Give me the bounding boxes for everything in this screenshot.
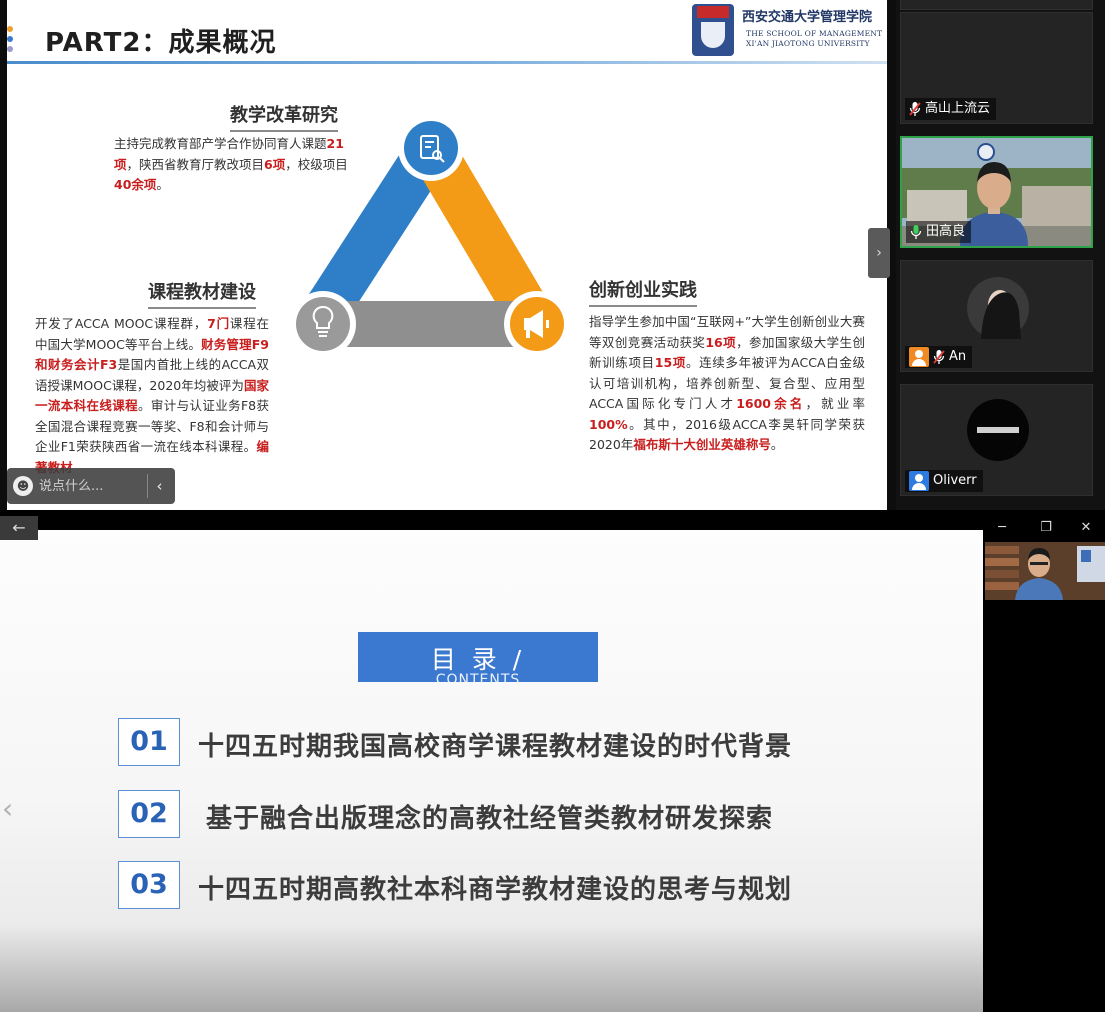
- shared-slide-achievements: PART2：成果概况 西安交通大学管理学院 THE SCHOOL OF MANA…: [7, 0, 887, 510]
- highlight-text: 100%: [589, 416, 628, 432]
- body-text: 。: [156, 177, 169, 192]
- text-innovation-practice: 指导学生参加中国“互联网+”大学生创新创业大赛等双创竞赛活动获奖16项，参加国家…: [589, 312, 865, 456]
- participant-tile-partial: [900, 0, 1093, 10]
- chat-input-bar: ☻ ‹: [7, 468, 175, 504]
- participant-name: An: [949, 349, 967, 364]
- participant-name-tag: 高山上流云: [905, 98, 997, 120]
- participant-tile[interactable]: Oliverr: [900, 384, 1093, 496]
- heading-course-materials: 课程教材建设: [148, 278, 256, 309]
- contents-title-box: 目 录 / CONTENTS: [358, 632, 598, 682]
- logo-chinese-name: 西安交通大学管理学院: [742, 10, 873, 25]
- contents-subtitle: CONTENTS: [435, 672, 521, 682]
- contents-item-text: 十四五时期我国高校商学课程教材建设的时代背景: [198, 732, 793, 762]
- chat-input[interactable]: [39, 476, 139, 496]
- body-text: 开发了ACCA MOOC课程群，: [35, 316, 208, 331]
- participant-name: 田高良: [926, 224, 966, 239]
- avatar-icon: [909, 471, 929, 491]
- avatar-icon: [909, 347, 929, 367]
- participant-tile[interactable]: An: [900, 260, 1093, 372]
- screen: PART2：成果概况 西安交通大学管理学院 THE SCHOOL OF MANA…: [0, 0, 1105, 1012]
- highlight-text: 15项: [654, 355, 686, 370]
- title-divider: [7, 61, 887, 64]
- highlight-text: 1600余名: [736, 396, 806, 411]
- logo-english-line-2: XI'AN JIAOTONG UNIVERSITY: [746, 39, 870, 48]
- highlight-text: 16项: [705, 334, 737, 350]
- school-logo: 西安交通大学管理学院 THE SCHOOL OF MANAGEMENT XI'A…: [692, 2, 882, 58]
- contents-item-number: 01: [118, 718, 180, 766]
- highlight-text: 40余项: [114, 177, 157, 192]
- shared-slide-contents: ‹ 目 录 / CONTENTS 01 十四五时期我国高校商学课程教材建设的时代…: [0, 530, 983, 1012]
- presenter-video-feed: [985, 542, 1105, 600]
- top-meeting-window: PART2：成果概况 西安交通大学管理学院 THE SCHOOL OF MANA…: [0, 0, 1105, 510]
- chat-collapse-button[interactable]: ‹: [147, 474, 171, 498]
- contents-title: 目 录 /: [430, 645, 526, 674]
- highlight-text: 福布斯十大创业英雄称号: [633, 437, 771, 452]
- participant-name: 高山上流云: [925, 101, 991, 116]
- participant-name-tag: 田高良: [906, 221, 972, 243]
- participant-profile-photo: [967, 277, 1029, 339]
- heading-innovation-practice: 创新创业实践: [589, 276, 697, 307]
- bottom-meeting-window: ‹ 目 录 / CONTENTS 01 十四五时期我国高校商学课程教材建设的时代…: [0, 512, 1105, 1012]
- sidebar-toggle-button[interactable]: ›: [868, 228, 890, 278]
- presenter-camera-thumbnail: [985, 542, 1105, 600]
- contents-item-text: 十四五时期高教社本科商学教材建设的思考与规划: [198, 875, 793, 905]
- body-text: ，陕西省教育厅教改项目: [126, 156, 265, 172]
- participant-video-panel: 高山上流云 田高良 An Oliverr: [896, 0, 1105, 510]
- participant-profile-photo: [967, 399, 1029, 461]
- previous-slide-icon[interactable]: ‹: [2, 792, 13, 825]
- minimize-icon[interactable]: ─: [987, 518, 1017, 538]
- title-bullet-dots: [7, 24, 17, 54]
- contents-item-text: 基于融合出版理念的高教社经管类教材研发探索: [206, 804, 774, 834]
- body-text: ，就业率: [805, 396, 865, 411]
- slide-title: PART2：成果概况: [45, 28, 277, 58]
- achievement-triangle-graphic: [290, 115, 570, 357]
- participant-name-tag: Oliverr: [905, 470, 983, 492]
- restore-icon[interactable]: ❐: [1031, 518, 1061, 538]
- emoji-icon[interactable]: ☻: [13, 476, 33, 496]
- participant-name: Oliverr: [933, 473, 977, 488]
- close-icon[interactable]: ✕: [1071, 518, 1101, 538]
- contents-item-number: 02: [118, 790, 180, 838]
- window-controls: ─ ❐ ✕: [985, 518, 1105, 538]
- mic-muted-icon: [933, 350, 945, 364]
- text-course-materials: 开发了ACCA MOOC课程群，7门课程在中国大学MOOC等平台上线。财务管理F…: [35, 314, 269, 478]
- university-seal-icon: [692, 4, 734, 56]
- highlight-text: 7门: [207, 316, 230, 331]
- participant-tile[interactable]: 高山上流云: [900, 12, 1093, 124]
- back-button[interactable]: ←: [0, 516, 38, 540]
- participant-tile-active-speaker[interactable]: 田高良: [900, 136, 1093, 248]
- logo-english-line-1: THE SCHOOL OF MANAGEMENT: [746, 29, 883, 38]
- participant-name-tag: An: [905, 346, 973, 368]
- mic-muted-icon: [909, 102, 921, 116]
- body-text: 。: [770, 437, 784, 452]
- mic-on-icon: [910, 225, 922, 239]
- contents-item-number: 03: [118, 861, 180, 909]
